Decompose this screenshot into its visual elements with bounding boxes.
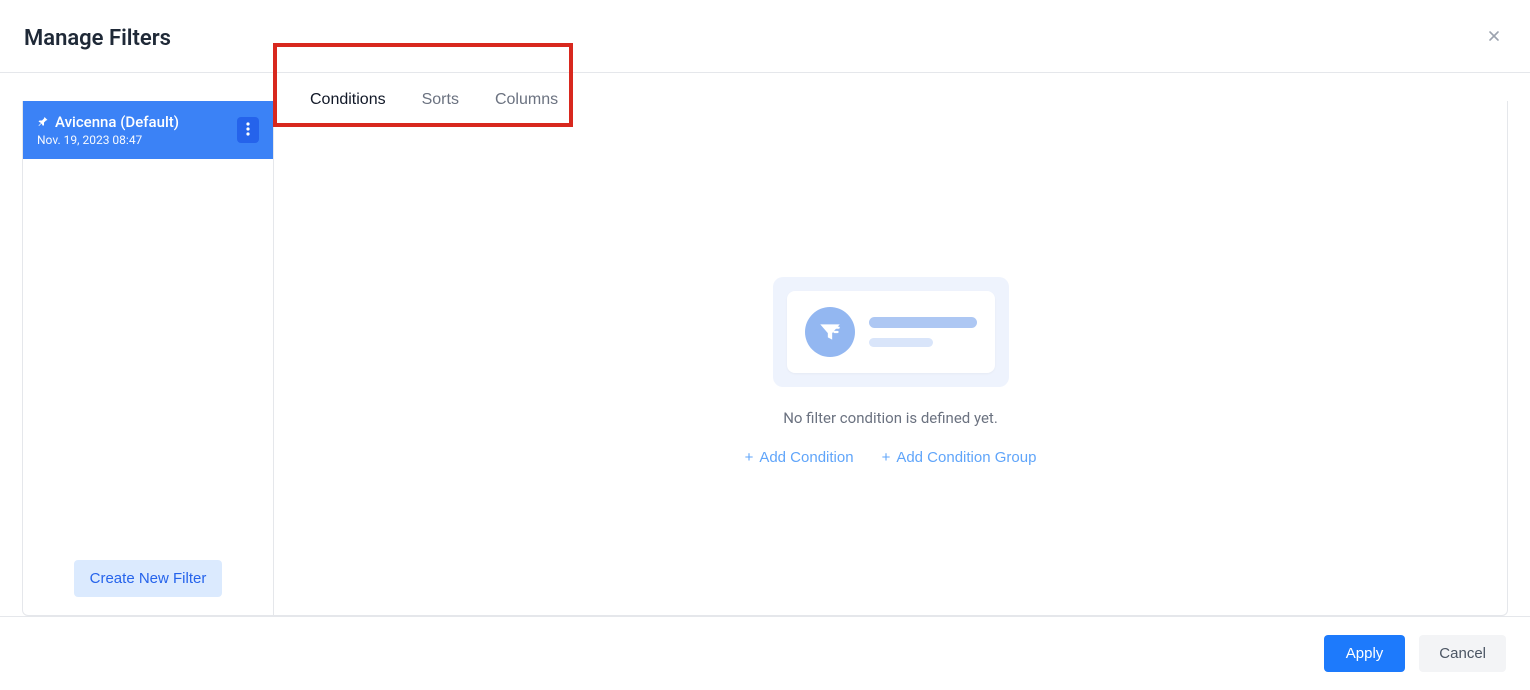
filter-list: Avicenna (Default) Nov. 19, 2023 08:47 xyxy=(23,101,273,542)
filter-icon xyxy=(805,307,855,357)
create-new-filter-button[interactable]: Create New Filter xyxy=(74,560,223,597)
placeholder-line-1 xyxy=(869,317,977,328)
create-filter-wrap: Create New Filter xyxy=(23,542,273,615)
pin-icon xyxy=(37,116,49,128)
filter-editor-main: Conditions Sorts Columns xyxy=(274,101,1508,616)
add-condition-button[interactable]: + Add Condition xyxy=(745,449,854,466)
modal-header: Manage Filters xyxy=(0,0,1530,73)
placeholder-lines xyxy=(869,317,977,347)
close-icon xyxy=(1486,27,1502,49)
add-condition-group-label: Add Condition Group xyxy=(896,449,1036,466)
modal-footer: Apply Cancel xyxy=(0,616,1530,690)
placeholder-line-2 xyxy=(869,338,934,347)
conditions-content: No filter condition is defined yet. + Ad… xyxy=(274,127,1507,615)
close-button[interactable] xyxy=(1482,24,1506,52)
tab-columns[interactable]: Columns xyxy=(477,73,576,127)
filter-item-timestamp: Nov. 19, 2023 08:47 xyxy=(37,133,179,147)
add-condition-group-button[interactable]: + Add Condition Group xyxy=(882,449,1037,466)
empty-state-message: No filter condition is defined yet. xyxy=(783,409,998,427)
filter-item-name: Avicenna (Default) xyxy=(55,113,179,131)
filter-item-avicenna[interactable]: Avicenna (Default) Nov. 19, 2023 08:47 xyxy=(23,101,273,159)
apply-button[interactable]: Apply xyxy=(1324,635,1406,672)
empty-state-actions: + Add Condition + Add Condition Group xyxy=(745,449,1037,466)
filters-sidebar: Avicenna (Default) Nov. 19, 2023 08:47 C… xyxy=(22,101,274,616)
tab-sorts[interactable]: Sorts xyxy=(404,73,477,127)
tab-conditions[interactable]: Conditions xyxy=(292,73,404,127)
cancel-button[interactable]: Cancel xyxy=(1419,635,1506,672)
tabs-row: Conditions Sorts Columns xyxy=(274,73,1507,127)
plus-icon: + xyxy=(745,449,754,466)
modal-body: Avicenna (Default) Nov. 19, 2023 08:47 C… xyxy=(0,73,1530,616)
plus-icon: + xyxy=(882,449,891,466)
modal-title: Manage Filters xyxy=(24,26,171,51)
filter-item-text: Avicenna (Default) Nov. 19, 2023 08:47 xyxy=(37,113,237,147)
filter-item-more-button[interactable] xyxy=(237,117,259,143)
manage-filters-modal: Manage Filters Avicenna (Defau xyxy=(0,0,1530,690)
more-vertical-icon xyxy=(246,122,250,139)
empty-state-inner xyxy=(787,291,995,373)
empty-state-illustration xyxy=(773,277,1009,387)
add-condition-label: Add Condition xyxy=(759,449,853,466)
